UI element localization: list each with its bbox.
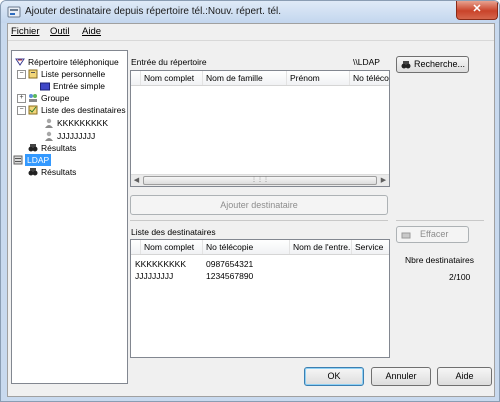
tree-node-phonebook[interactable]: Répertoire téléphonique: [15, 56, 125, 68]
tree-label: Entrée simple: [53, 81, 105, 91]
binoculars-icon: [28, 144, 38, 152]
tree-node-simple-entry[interactable]: Entrée simple: [40, 80, 125, 92]
column-header-fullname[interactable]: Nom complet: [141, 71, 203, 85]
recipient-list[interactable]: Nom complet No télécopie Nom de l'entre.…: [130, 239, 390, 358]
entry-list-header: Nom complet Nom de famille Prénom No tél…: [131, 71, 389, 86]
tree-label: Résultats: [41, 167, 77, 177]
server-icon: [13, 155, 23, 165]
close-icon: ✕: [472, 3, 482, 15]
phonebook-tree[interactable]: Répertoire téléphonique − Liste personne…: [11, 50, 128, 384]
cancel-button[interactable]: Annuler: [371, 367, 431, 386]
expand-icon[interactable]: +: [17, 94, 26, 103]
help-button[interactable]: Aide: [437, 367, 492, 386]
title-bar[interactable]: Ajouter destinataire depuis répertoire t…: [1, 1, 499, 23]
clear-button[interactable]: Effacer: [396, 226, 469, 243]
column-header-company[interactable]: Nom de l'entre...: [290, 240, 352, 254]
search-button-label: Recherche...: [414, 59, 466, 69]
ok-button-label: OK: [327, 371, 341, 381]
entry-list[interactable]: Nom complet Nom de famille Prénom No tél…: [130, 70, 390, 187]
column-header-fax[interactable]: No télécopie: [350, 71, 389, 85]
table-row[interactable]: JJJJJJJJJ 1234567890: [131, 271, 389, 283]
tree-label: Résultats: [41, 143, 77, 153]
tree-node-personal-list[interactable]: − Liste personnelle: [17, 68, 122, 80]
close-button[interactable]: ✕: [456, 1, 498, 20]
column-header-lastname[interactable]: Nom de famille: [203, 71, 287, 85]
clear-button-label: Effacer: [420, 229, 449, 239]
recipient-name: KKKKKKKKK: [135, 259, 187, 269]
recipient-count-label: Nbre destinataires: [405, 255, 474, 265]
dialog-window: Ajouter destinataire depuis répertoire t…: [0, 0, 500, 402]
recipient-fax: 1234567890: [206, 271, 254, 281]
tree-node-recipient[interactable]: JJJJJJJJJ: [44, 130, 124, 142]
personal-list-icon: [28, 69, 38, 79]
entry-horizontal-scrollbar[interactable]: ◀ ⋮⋮⋮ ▶: [131, 174, 389, 186]
scroll-left-icon[interactable]: ◀: [131, 175, 142, 186]
person-icon: [45, 131, 53, 141]
binoculars-icon: [401, 61, 411, 69]
search-button[interactable]: Recherche...: [396, 56, 469, 73]
add-recipient-label: Ajouter destinataire: [220, 200, 298, 210]
menu-fichier[interactable]: Fichier: [11, 26, 40, 37]
recipient-name: JJJJJJJJJ: [135, 271, 174, 281]
app-icon: [7, 6, 21, 18]
tree-node-ldap[interactable]: LDAP: [13, 154, 73, 166]
divider: [396, 220, 484, 221]
tree-label: Liste personnelle: [41, 69, 106, 79]
column-header-fullname[interactable]: Nom complet: [141, 240, 203, 254]
add-recipient-button[interactable]: Ajouter destinataire: [130, 195, 388, 215]
help-button-label: Aide: [455, 371, 474, 381]
tree-label: KKKKKKKKK: [57, 118, 109, 128]
tree-node-recipient-list[interactable]: − Liste des destinataires: [17, 104, 126, 116]
menu-aide[interactable]: Aide: [82, 26, 101, 37]
recipients-section-label: Liste des destinataires: [131, 227, 216, 237]
collapse-icon[interactable]: −: [17, 106, 26, 115]
recipient-list-header: Nom complet No télécopie Nom de l'entre.…: [131, 240, 389, 255]
folder-icon: [40, 82, 50, 91]
recipient-list-icon: [28, 105, 38, 115]
tree-label: JJJJJJJJJ: [57, 131, 96, 141]
entry-source-label: \\LDAP: [353, 57, 380, 67]
tree-node-results[interactable]: Résultats: [28, 166, 123, 178]
tree-label: Liste des destinataires: [41, 105, 126, 115]
entry-section-label: Entrée du répertoire: [131, 57, 207, 67]
phonebook-icon: [15, 58, 25, 66]
column-header-icon[interactable]: [131, 240, 141, 254]
ok-button[interactable]: OK: [304, 367, 364, 386]
tree-node-recipient[interactable]: KKKKKKKKK: [44, 117, 124, 129]
column-header-fax[interactable]: No télécopie: [203, 240, 290, 254]
column-header-icon[interactable]: [131, 71, 141, 85]
tree-label: Groupe: [41, 93, 70, 103]
menu-outil[interactable]: Outil: [50, 26, 70, 37]
scroll-thumb[interactable]: ⋮⋮⋮: [143, 176, 377, 185]
tree-label: Répertoire téléphonique: [28, 57, 119, 67]
window-title: Ajouter destinataire depuis répertoire t…: [25, 6, 282, 17]
person-icon: [45, 118, 53, 128]
column-header-firstname[interactable]: Prénom: [287, 71, 350, 85]
binoculars-icon: [28, 168, 38, 176]
column-header-department[interactable]: Service: [352, 240, 389, 254]
menu-bar: Fichier Outil Aide: [8, 24, 494, 41]
eraser-icon: [401, 232, 411, 239]
recipient-count-value: 2/100: [449, 272, 471, 282]
tree-node-group[interactable]: + Groupe: [17, 92, 122, 104]
dialog-body: Fichier Outil Aide Répertoire téléphoniq…: [7, 23, 495, 397]
collapse-icon[interactable]: −: [17, 70, 26, 79]
group-icon: [29, 94, 37, 102]
recipient-fax: 0987654321: [206, 259, 254, 269]
cancel-button-label: Annuler: [385, 371, 417, 381]
tree-label: LDAP: [25, 154, 52, 166]
tree-node-results[interactable]: Résultats: [28, 142, 123, 154]
divider: [130, 220, 388, 221]
table-row[interactable]: KKKKKKKKK 0987654321: [131, 259, 389, 271]
scroll-right-icon[interactable]: ▶: [378, 175, 389, 186]
